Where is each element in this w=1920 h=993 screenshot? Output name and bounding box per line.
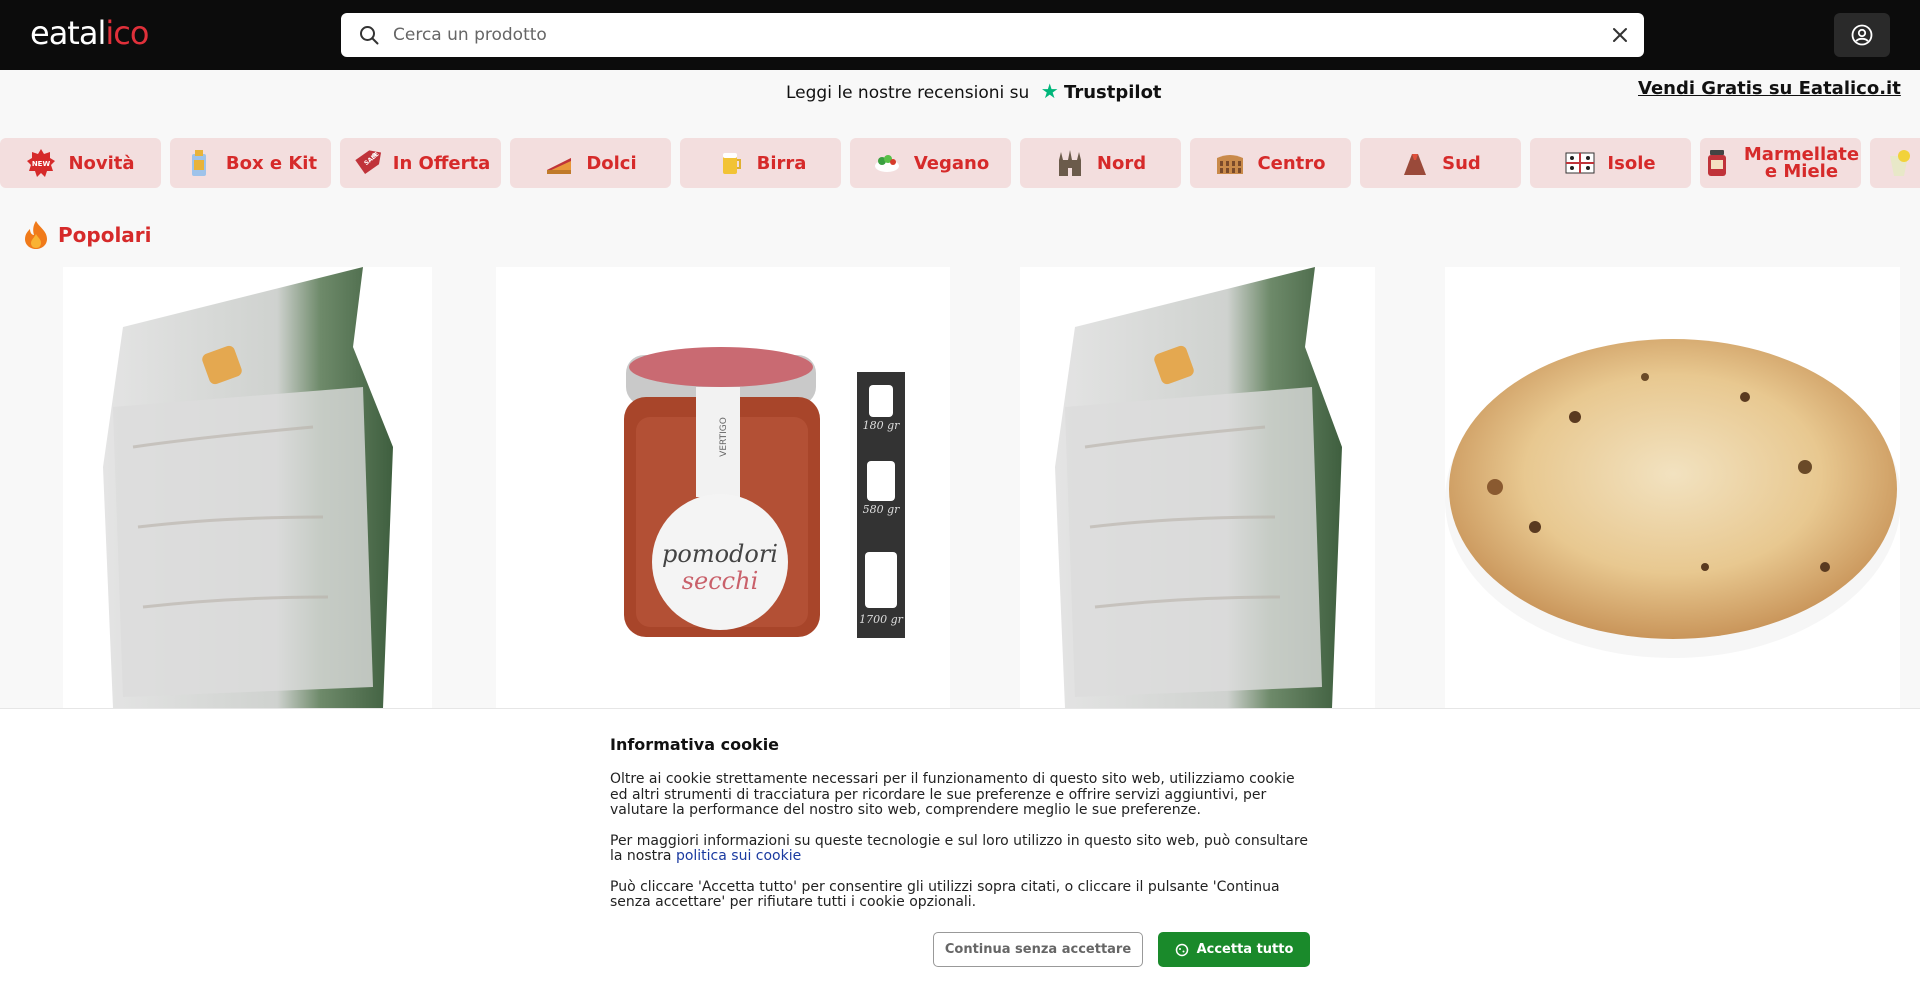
product-card[interactable] (63, 267, 432, 708)
category-label: Box e Kit (225, 152, 318, 174)
category-label-line2: e Miele (1764, 161, 1839, 182)
sale-tag-icon: SALE (351, 148, 381, 178)
user-circle-icon (1851, 24, 1873, 46)
review-text: Leggi le nostre recensioni su (786, 83, 1030, 103)
new-badge-icon: NEW (26, 148, 56, 178)
category-label: Dolci (586, 152, 637, 174)
section-title: Popolari (22, 220, 152, 250)
accept-button-label: Accetta tutto (1196, 942, 1294, 957)
jar-label-line1: pomodori (662, 540, 778, 568)
category-label: Isole (1607, 152, 1656, 174)
continue-without-accepting-button[interactable]: Continua senza accettare (933, 932, 1143, 967)
logo-text-right: co (113, 14, 149, 52)
cookie-paragraph-3: Può cliccare 'Accetta tutto' per consent… (610, 878, 1280, 910)
category-partial[interactable] (1870, 138, 1920, 188)
category-label: In Offerta (392, 152, 491, 174)
salad-icon (872, 148, 902, 178)
category-bar: NEW Novità Box e Kit SALE In Offerta Dol… (0, 138, 1920, 188)
trustpilot-link[interactable]: Leggi le nostre recensioni su ★ Trustpil… (786, 79, 1162, 103)
category-label: Novità (68, 152, 135, 174)
lemon-drink-icon (1884, 148, 1914, 178)
cookie-paragraph-2: Per maggiori informazioni su queste tecn… (610, 833, 1310, 865)
cookie-icon (1175, 943, 1188, 956)
size-label: 180 gr (863, 419, 901, 432)
volcano-icon (1400, 148, 1430, 178)
close-icon[interactable] (1610, 25, 1630, 45)
accept-all-button[interactable]: Accetta tutto (1158, 932, 1310, 967)
sell-link[interactable]: Vendi Gratis su Eatalico.it (1638, 78, 1901, 99)
category-sud[interactable]: Sud (1360, 138, 1521, 188)
jam-jar-icon (1702, 148, 1732, 178)
account-button[interactable] (1834, 13, 1890, 57)
category-dolci[interactable]: Dolci (510, 138, 671, 188)
size-label: 580 gr (863, 503, 901, 516)
top-bar: eatalico (0, 0, 1920, 70)
svg-text:NEW: NEW (32, 160, 51, 168)
category-marmellate-miele[interactable]: Marmellate e Miele (1700, 138, 1861, 188)
search-input[interactable] (393, 19, 1573, 51)
beer-icon (715, 148, 745, 178)
cookie-policy-link[interactable]: politica sui cookie (676, 848, 801, 864)
fire-icon (25, 221, 47, 249)
product-image-tomato-jar: pomodori secchi VERTIGO 180 gr 580 gr 17… (624, 347, 905, 638)
box-icon (184, 148, 214, 178)
category-in-offerta[interactable]: SALE In Offerta (340, 138, 501, 188)
cookie-title: Informativa cookie (610, 735, 780, 754)
category-novita[interactable]: NEW Novità (0, 138, 161, 188)
product-image-mushroom-bag (1055, 267, 1342, 708)
continue-button-label: Continua senza accettare (944, 942, 1132, 957)
category-label: Birra (756, 152, 807, 174)
cookie-paragraph-1: Oltre ai cookie strettamente necessari p… (610, 771, 1295, 818)
jar-brand: VERTIGO (719, 417, 729, 457)
category-label: Nord (1096, 152, 1147, 174)
product-card[interactable] (1445, 267, 1900, 708)
cathedral-icon (1055, 148, 1085, 178)
category-label: Sud (1442, 152, 1481, 174)
product-image-mushroom-bag (103, 267, 393, 708)
category-centro[interactable]: Centro (1190, 138, 1351, 188)
category-vegano[interactable]: Vegano (850, 138, 1011, 188)
trustpilot-star-icon: ★ (1040, 79, 1059, 103)
search-icon (360, 26, 379, 45)
sardinia-flag-icon (1565, 148, 1595, 178)
jar-label-line2: secchi (682, 567, 759, 595)
section-title-text: Popolari (58, 223, 152, 247)
category-birra[interactable]: Birra (680, 138, 841, 188)
trustpilot-brand: Trustpilot (1064, 82, 1162, 103)
product-card[interactable] (1020, 267, 1375, 708)
colosseum-icon (1215, 148, 1245, 178)
cake-icon (544, 148, 574, 178)
product-image-pizza-bread (1445, 339, 1900, 658)
category-nord[interactable]: Nord (1020, 138, 1181, 188)
category-isole[interactable]: Isole (1530, 138, 1691, 188)
category-box-kit[interactable]: Box e Kit (170, 138, 331, 188)
review-strip: Leggi le nostre recensioni su ★ Trustpil… (0, 70, 1920, 108)
size-label: 1700 gr (859, 613, 904, 626)
cookie-content: Informativa cookie Oltre ai cookie stret… (610, 735, 1310, 926)
category-label: Marmellate e Miele (1744, 146, 1859, 182)
logo-text-left: eatal (30, 14, 106, 52)
eatalico-logo[interactable]: eatalico (30, 14, 149, 52)
product-card[interactable]: pomodori secchi VERTIGO 180 gr 580 gr 17… (496, 267, 950, 708)
category-label: Centro (1257, 152, 1326, 174)
category-label: Vegano (913, 152, 990, 174)
search-bar (341, 13, 1644, 57)
